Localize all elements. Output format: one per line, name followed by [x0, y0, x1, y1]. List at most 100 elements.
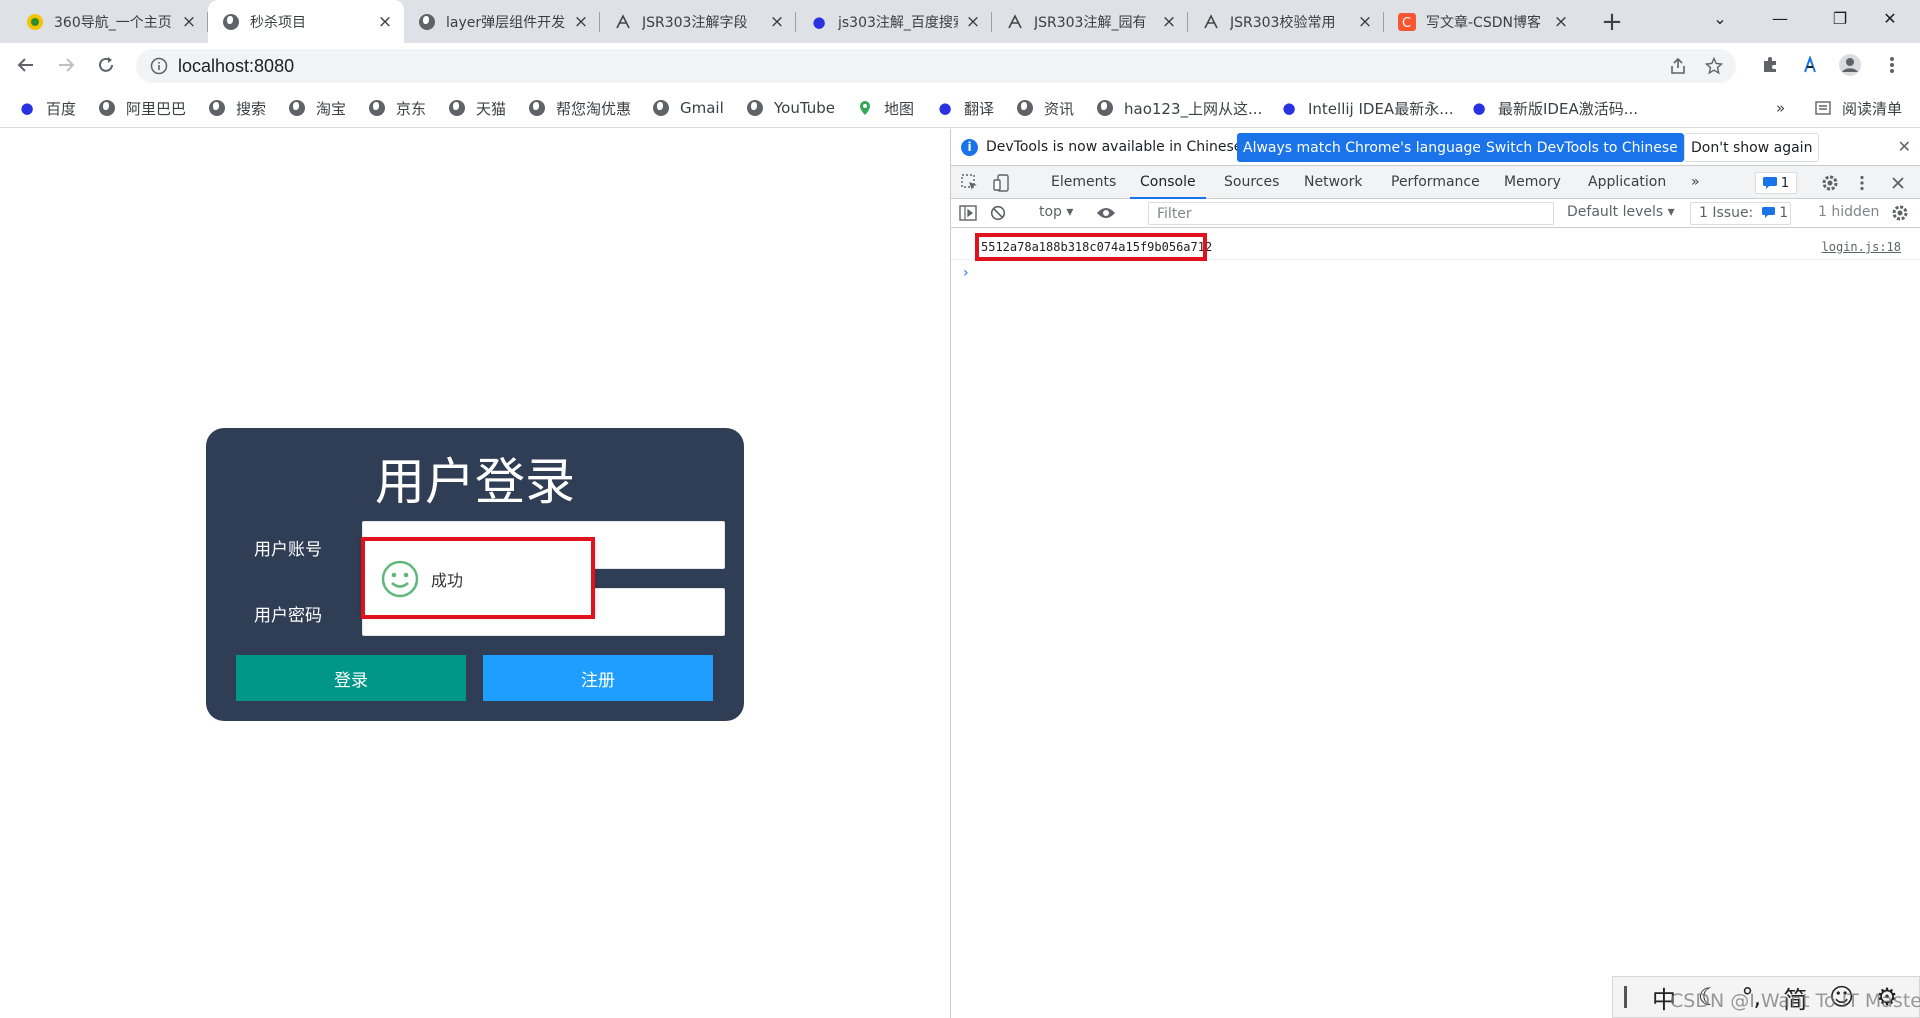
bookmark-item[interactable]: 地图 [856, 96, 914, 120]
close-tab-icon[interactable]: × [180, 12, 198, 32]
ime-drag-handle[interactable] [1624, 986, 1627, 1008]
share-icon[interactable] [1662, 50, 1694, 82]
browser-tab-active[interactable]: 秒杀项目 × [208, 0, 404, 43]
close-tab-icon[interactable]: × [1160, 12, 1178, 32]
tab-title: layer弹层组件开发文档 [446, 14, 566, 31]
globe-icon [652, 99, 670, 117]
bookmark-item[interactable]: ● 最新版IDEA激活码... [1470, 96, 1638, 120]
site-info-icon[interactable] [150, 57, 168, 79]
show-sidebar-icon[interactable] [957, 202, 979, 224]
login-button[interactable]: 登录 [236, 655, 466, 701]
tab-console[interactable]: Console [1130, 166, 1206, 199]
tab-strip: 360导航_一个主页，整个世界 × 秒杀项目 × layer弹层组件开发文档 ×… [0, 0, 1920, 43]
extensions-puzzle-icon[interactable] [1754, 49, 1786, 81]
switch-to-chinese-button[interactable]: Switch DevTools to Chinese [1480, 133, 1684, 162]
context-selector[interactable]: top ▾ [1039, 204, 1073, 220]
inspect-element-icon[interactable] [959, 172, 981, 194]
close-tab-icon[interactable]: × [376, 12, 394, 32]
bookmark-item[interactable]: 天猫 [448, 96, 506, 120]
devtools-menu-kebab-icon[interactable] [1851, 172, 1873, 194]
bookmark-item[interactable]: ● 百度 [18, 96, 76, 120]
globe-icon [98, 99, 116, 117]
settings-gear-icon[interactable] [1819, 172, 1841, 194]
globe-icon [208, 99, 226, 117]
browser-tab[interactable]: C 写文章-CSDN博客 × [1384, 0, 1580, 43]
bookmark-item[interactable]: YouTube [746, 96, 835, 120]
browser-toolbar: localhost:8080 [0, 43, 1920, 88]
console-filter-input[interactable]: Filter [1148, 202, 1554, 225]
forward-button[interactable] [50, 49, 82, 81]
svg-text:C: C [1402, 16, 1411, 31]
password-label: 用户密码 [254, 606, 322, 626]
close-tab-icon[interactable]: × [964, 12, 982, 32]
more-bookmarks-button[interactable]: » [1776, 96, 1785, 120]
extension-icon[interactable] [1794, 49, 1826, 81]
tab-performance[interactable]: Performance [1391, 166, 1480, 198]
message-icon [1761, 207, 1775, 218]
close-tab-icon[interactable]: × [572, 12, 590, 32]
issues-counter-button[interactable]: 1 [1755, 172, 1797, 194]
clear-console-icon[interactable] [987, 202, 1009, 224]
globe-icon [418, 13, 436, 31]
hidden-count: 1 hidden [1818, 204, 1880, 220]
globe-icon [746, 99, 764, 117]
bookmark-item[interactable]: hao123_上网从这... [1096, 96, 1262, 120]
tab-search-icon[interactable]: ⌄ [1690, 0, 1750, 36]
baidu-paw-icon: ● [938, 99, 952, 117]
minimize-button[interactable]: — [1750, 0, 1810, 36]
dont-show-again-button[interactable]: Don't show again [1684, 133, 1820, 162]
close-tab-icon[interactable]: × [1552, 12, 1570, 32]
close-tab-icon[interactable]: × [768, 12, 786, 32]
profile-avatar-icon[interactable] [1834, 49, 1866, 81]
bookmark-item[interactable]: 资讯 [1016, 96, 1074, 120]
browser-tab[interactable]: JSR303注解字段 × [600, 0, 796, 43]
browser-tab[interactable]: JSR303校验常用 × [1188, 0, 1384, 43]
always-match-language-button[interactable]: Always match Chrome's language [1237, 133, 1487, 162]
console-settings-gear-icon[interactable] [1889, 202, 1911, 224]
address-bar[interactable]: localhost:8080 [136, 49, 1736, 83]
bookmark-item[interactable]: 帮您淘优惠 [528, 96, 631, 120]
browser-tab[interactable]: layer弹层组件开发文档 × [404, 0, 600, 43]
bookmark-item[interactable]: 阿里巴巴 [98, 96, 186, 120]
close-infobar-icon[interactable]: ✕ [1898, 137, 1911, 156]
bookmark-item[interactable]: ● 翻译 [936, 96, 994, 120]
reload-button[interactable] [90, 49, 122, 81]
browser-tab[interactable]: JSR303注解_园有 × [992, 0, 1188, 43]
reading-list-button[interactable]: 阅读清单 [1814, 96, 1902, 120]
register-button[interactable]: 注册 [483, 655, 713, 701]
console-log-source-link[interactable]: login.js:18 [1822, 240, 1901, 254]
log-levels-dropdown[interactable]: Default levels ▾ [1567, 204, 1675, 220]
tab-elements[interactable]: Elements [1051, 166, 1116, 198]
info-icon: i [961, 139, 978, 156]
bookmark-item[interactable]: 搜索 [208, 96, 266, 120]
device-toolbar-icon[interactable] [991, 172, 1013, 194]
more-tabs-button[interactable]: » [1691, 166, 1700, 198]
new-tab-button[interactable]: + [1597, 7, 1627, 37]
menu-kebab-icon[interactable] [1876, 49, 1908, 81]
baidu-paw-icon: ● [1472, 99, 1486, 117]
bookmark-item[interactable]: 淘宝 [288, 96, 346, 120]
page-viewport: 用户登录 用户账号 用户密码 登录 注册 成功 [0, 129, 950, 1018]
bookmark-item[interactable]: 京东 [368, 96, 426, 120]
bookmark-item[interactable]: ● Intellij IDEA最新永... [1280, 96, 1453, 120]
annotation-highlight-box [361, 537, 595, 619]
close-window-button[interactable]: ✕ [1860, 0, 1920, 36]
bookmark-item[interactable]: Gmail [652, 96, 724, 120]
browser-tab[interactable]: 360导航_一个主页，整个世界 × [12, 0, 208, 43]
browser-tab[interactable]: ● js303注解_百度搜索 × [796, 0, 992, 43]
tab-title: 秒杀项目 [250, 14, 306, 31]
globe-icon [528, 99, 546, 117]
tab-network[interactable]: Network [1304, 166, 1362, 198]
live-expression-eye-icon[interactable] [1095, 202, 1117, 224]
close-devtools-icon[interactable] [1887, 172, 1909, 194]
bookmark-star-icon[interactable] [1698, 50, 1730, 82]
issues-button[interactable]: 1 Issue: 1 [1690, 202, 1791, 225]
url-text: localhost:8080 [178, 56, 295, 76]
tab-sources[interactable]: Sources [1224, 166, 1279, 198]
tab-application[interactable]: Application [1588, 166, 1666, 198]
back-button[interactable] [10, 49, 42, 81]
baidu-paw-icon: ● [812, 12, 826, 31]
console-prompt[interactable]: › [963, 265, 969, 281]
close-tab-icon[interactable]: × [1356, 12, 1374, 32]
tab-memory[interactable]: Memory [1504, 166, 1561, 198]
